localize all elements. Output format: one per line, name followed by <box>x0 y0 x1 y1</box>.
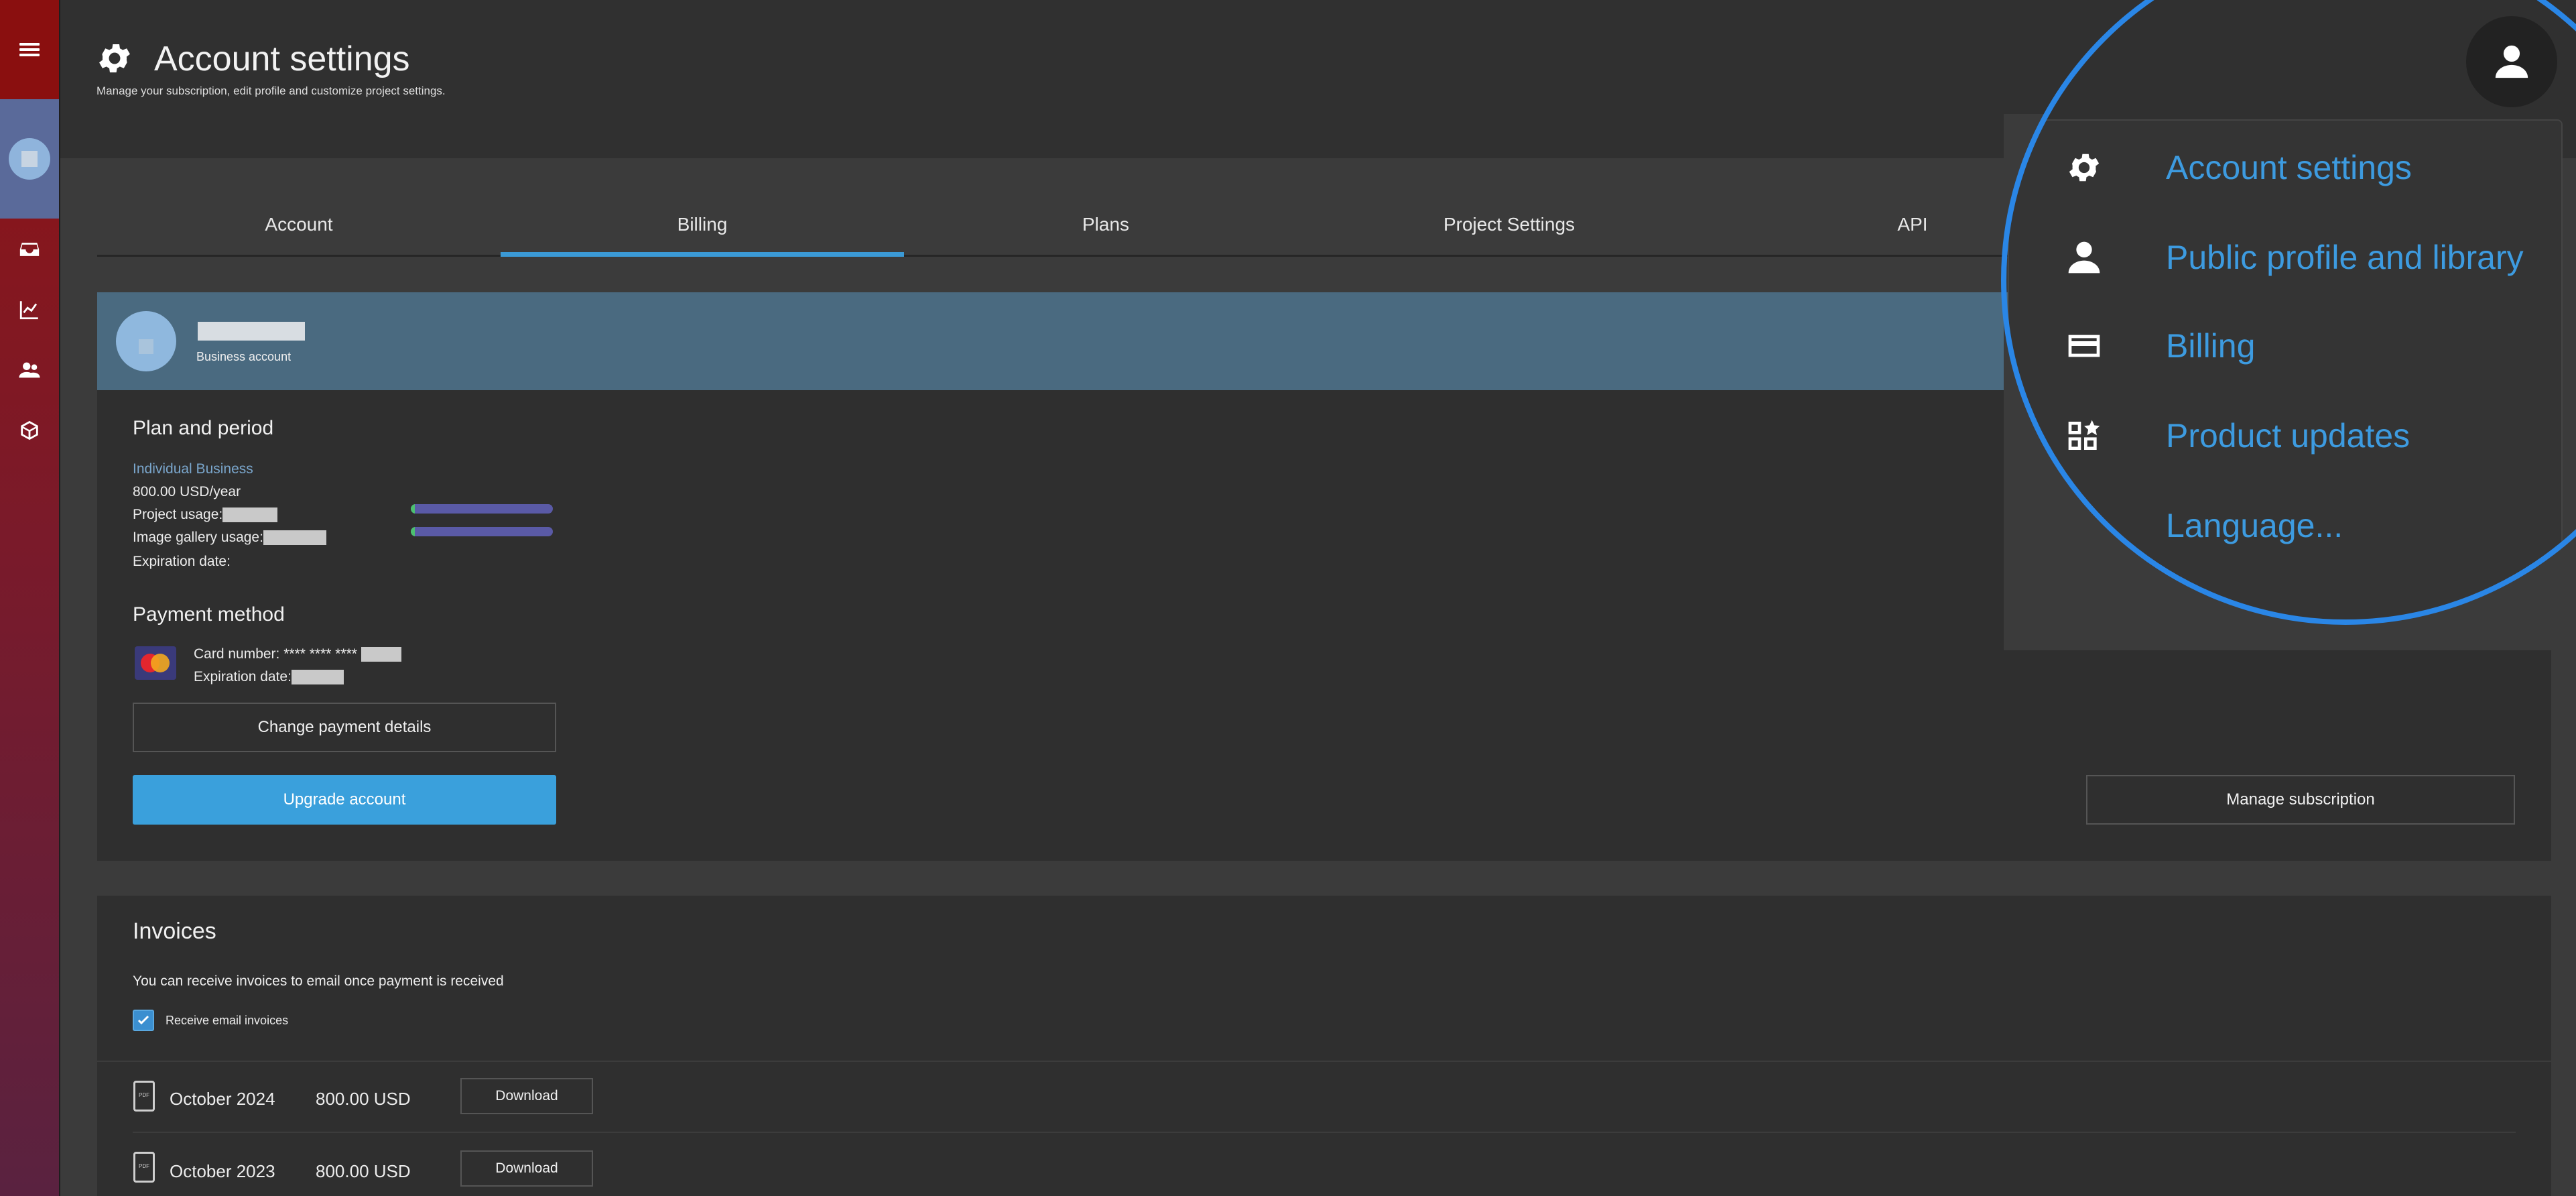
card-expiration: Expiration date: <box>194 669 344 685</box>
divider <box>97 1061 2551 1062</box>
email-invoices-label: Receive email invoices <box>166 1014 289 1027</box>
mastercard-logo <box>135 646 176 680</box>
hamburger-icon <box>19 43 40 56</box>
widgets-star-icon <box>2068 420 2100 450</box>
card-number-redacted <box>361 647 401 662</box>
checkmark-icon <box>137 1015 149 1025</box>
card-number-label: Card number: **** **** **** <box>194 646 357 662</box>
person-icon <box>2068 241 2100 274</box>
plan-name: Individual Business <box>133 461 253 477</box>
sidebar-item-team[interactable] <box>16 357 43 383</box>
account-avatar <box>116 311 176 371</box>
gear-icon <box>2069 154 2100 182</box>
sidebar-item-analytics[interactable] <box>16 296 43 323</box>
download-invoice-button[interactable]: Download <box>460 1078 593 1114</box>
project-switcher[interactable] <box>0 99 59 219</box>
project-usage-label: Project usage: <box>133 507 223 522</box>
user-dropdown-menu: Account settings Public profile and libr… <box>2008 119 2563 638</box>
hamburger-menu-button[interactable] <box>0 0 59 99</box>
people-icon <box>19 362 40 378</box>
project-usage-bar <box>411 504 553 514</box>
upgrade-account-button[interactable]: Upgrade account <box>133 775 556 825</box>
pdf-icon: PDF <box>133 1152 155 1183</box>
plan-expiration: Expiration date: <box>133 554 231 569</box>
gallery-usage-label: Image gallery usage: <box>133 530 263 545</box>
project-avatar <box>9 138 50 180</box>
settings-tabs: Account Billing Plans Project Settings A… <box>97 194 2309 257</box>
account-name-redacted <box>198 322 305 341</box>
payment-section-title: Payment method <box>133 603 285 625</box>
sidebar-item-packages[interactable] <box>16 417 43 444</box>
change-payment-button[interactable]: Change payment details <box>133 703 556 752</box>
credit-card-icon <box>2068 335 2100 357</box>
user-avatar-button[interactable] <box>2466 16 2557 107</box>
page-subtitle: Manage your subscription, edit profile a… <box>96 84 446 97</box>
card-expiration-redacted <box>291 670 344 685</box>
divider <box>133 1132 2516 1133</box>
inbox-icon <box>19 243 40 256</box>
account-type: Business account <box>196 350 292 363</box>
email-invoices-checkbox[interactable] <box>133 1010 154 1031</box>
globe-icon <box>2068 510 2100 542</box>
plan-price: 800.00 USD/year <box>133 484 241 499</box>
menu-item-account-settings[interactable]: Account settings <box>2166 134 2412 201</box>
card-number: Card number: **** **** **** <box>194 646 401 662</box>
tab-project-settings[interactable]: Project Settings <box>1307 194 1711 255</box>
project-usage-redacted <box>222 507 278 523</box>
sidebar <box>0 0 60 1196</box>
menu-item-public-profile[interactable]: Public profile and library <box>2166 224 2524 291</box>
cube-icon <box>21 420 38 440</box>
menu-item-billing[interactable]: Billing <box>2166 312 2255 379</box>
plan-section-title: Plan and period <box>133 417 274 439</box>
project-usage: Project usage: <box>133 507 278 523</box>
gear-icon <box>99 44 130 73</box>
tab-plans[interactable]: Plans <box>904 194 1307 255</box>
pdf-icon: PDF <box>133 1081 155 1112</box>
tab-account[interactable]: Account <box>97 194 501 255</box>
gallery-usage-bar <box>411 527 553 536</box>
manage-subscription-button[interactable]: Manage subscription <box>2086 775 2515 825</box>
download-invoice-button[interactable]: Download <box>460 1150 593 1187</box>
invoice-amount: 800.00 USD <box>316 1161 411 1181</box>
menu-item-language[interactable]: Language... <box>2166 492 2343 559</box>
person-icon <box>2495 45 2528 78</box>
tab-billing[interactable]: Billing <box>501 194 904 257</box>
invoice-amount: 800.00 USD <box>316 1089 411 1109</box>
menu-item-product-updates[interactable]: Product updates <box>2166 402 2410 469</box>
page-title: Account settings <box>154 40 410 78</box>
invoices-card: Invoices You can receive invoices to ema… <box>97 896 2551 1196</box>
invoices-title: Invoices <box>133 918 216 944</box>
chart-line-icon <box>19 301 38 320</box>
sidebar-item-inbox[interactable] <box>16 236 43 263</box>
gallery-usage: Image gallery usage: <box>133 530 326 546</box>
invoice-date: October 2023 <box>170 1161 275 1181</box>
gallery-usage-redacted <box>263 530 326 546</box>
invoice-date: October 2024 <box>170 1089 275 1109</box>
card-expiration-label: Expiration date: <box>194 669 292 684</box>
invoices-description: You can receive invoices to email once p… <box>133 973 504 989</box>
